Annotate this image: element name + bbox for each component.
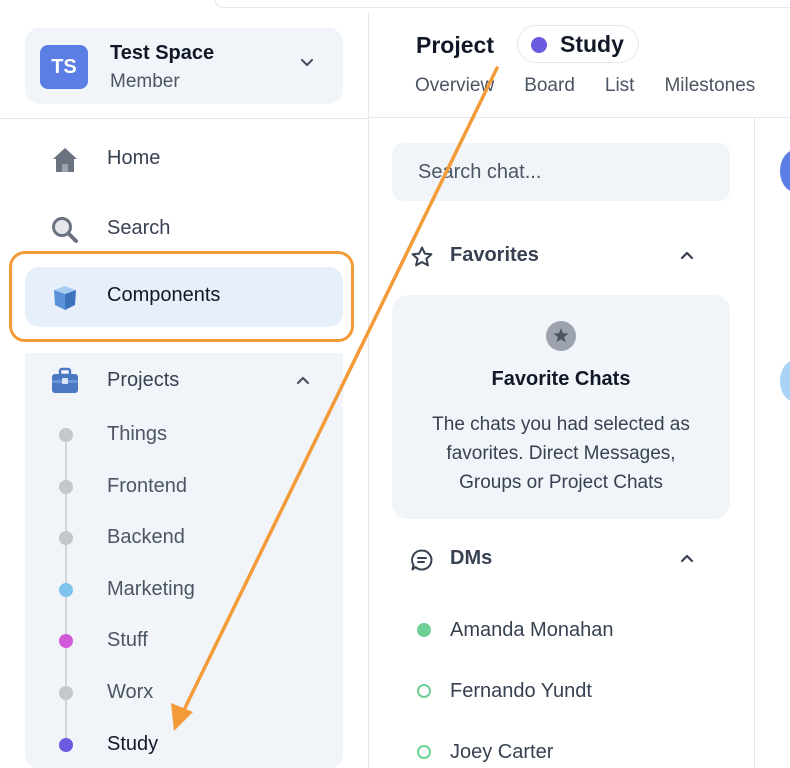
project-label: Backend bbox=[107, 526, 185, 549]
dm-item[interactable]: Joey Carter bbox=[392, 732, 730, 768]
sidebar-item-label: Home bbox=[107, 147, 161, 169]
sidebar-item-label: Projects bbox=[107, 369, 180, 391]
search-chat-input[interactable] bbox=[392, 143, 730, 201]
chevron-up-icon[interactable] bbox=[293, 371, 313, 391]
status-indicator bbox=[417, 623, 431, 637]
tab-list[interactable]: List bbox=[605, 75, 635, 97]
project-label: Stuff bbox=[107, 629, 148, 652]
favorites-empty-state: Favorite Chats The chats you had selecte… bbox=[392, 295, 730, 519]
project-header: Project Study Overview Board List Milest… bbox=[369, 12, 790, 118]
dms-header[interactable]: DMs bbox=[392, 540, 730, 580]
chevron-down-icon[interactable] bbox=[297, 52, 317, 72]
star-badge-icon bbox=[546, 321, 576, 351]
status-indicator bbox=[417, 745, 431, 759]
project-item-marketing[interactable]: Marketing bbox=[25, 570, 343, 610]
project-label: Things bbox=[107, 423, 168, 445]
project-color-dot bbox=[59, 582, 73, 597]
star-icon bbox=[411, 246, 433, 267]
favorites-header[interactable]: Favorites bbox=[392, 237, 730, 277]
sidebar-item-home[interactable]: Home bbox=[25, 130, 343, 190]
project-color-dot bbox=[59, 686, 73, 700]
sidebar: TS Test Space Member Home Search Compone… bbox=[0, 12, 369, 768]
project-item-things[interactable]: Things bbox=[25, 415, 343, 455]
dm-name: Joey Carter bbox=[450, 741, 554, 763]
empty-state-title: Favorite Chats bbox=[491, 368, 631, 390]
space-role: Member bbox=[110, 71, 180, 92]
projects-section: Projects Things Frontend Backend Marketing S… bbox=[25, 353, 343, 768]
dm-item[interactable]: Fernando Yundt bbox=[392, 671, 730, 711]
sidebar-divider bbox=[0, 118, 369, 119]
browser-top-edge bbox=[215, 0, 790, 8]
tab-overview[interactable]: Overview bbox=[415, 75, 494, 97]
dm-name: Amanda Monahan bbox=[450, 619, 614, 641]
project-color-dot bbox=[59, 737, 73, 752]
project-color-dot bbox=[59, 531, 73, 546]
project-item-stuff[interactable]: Stuff bbox=[25, 621, 343, 661]
sidebar-item-label: Search bbox=[107, 217, 171, 239]
project-item-backend[interactable]: Backend bbox=[25, 518, 343, 558]
project-item-frontend[interactable]: Frontend bbox=[25, 467, 343, 507]
space-avatar: TS bbox=[40, 45, 88, 89]
project-tabs: Overview Board List Milestones bbox=[415, 75, 755, 97]
avatar[interactable] bbox=[780, 360, 790, 402]
page-title: Project bbox=[416, 32, 494, 58]
search-icon bbox=[52, 217, 78, 243]
status-indicator bbox=[417, 684, 431, 698]
project-item-study[interactable]: Study bbox=[25, 725, 343, 765]
project-badge[interactable]: Study bbox=[517, 25, 639, 63]
chat-bubble-icon bbox=[411, 549, 433, 571]
sidebar-item-projects[interactable]: Projects bbox=[25, 353, 343, 409]
chevron-up-icon[interactable] bbox=[678, 247, 696, 265]
briefcase-icon bbox=[52, 367, 78, 393]
home-icon bbox=[53, 148, 77, 172]
chat-panel: Favorites Favorite Chats The chats you h… bbox=[369, 118, 755, 768]
project-item-worx[interactable]: Worx bbox=[25, 673, 343, 713]
space-name: Test Space bbox=[110, 42, 215, 64]
dms-label: DMs bbox=[450, 547, 493, 569]
dm-item[interactable]: Amanda Monahan bbox=[392, 610, 730, 650]
project-name: Study bbox=[560, 31, 624, 57]
empty-state-description: The chats you had selected as favorites.… bbox=[432, 414, 690, 493]
project-color-dot bbox=[531, 37, 547, 53]
project-color-dot bbox=[59, 479, 73, 494]
dm-name: Fernando Yundt bbox=[450, 680, 592, 702]
project-label: Study bbox=[107, 732, 159, 755]
space-switcher[interactable]: TS Test Space Member bbox=[25, 28, 343, 104]
project-label: Marketing bbox=[107, 577, 195, 600]
avatar[interactable] bbox=[780, 150, 790, 192]
project-label: Worx bbox=[107, 681, 154, 703]
favorites-label: Favorites bbox=[450, 244, 539, 266]
tab-milestones[interactable]: Milestones bbox=[664, 75, 755, 97]
tab-board[interactable]: Board bbox=[524, 75, 575, 97]
project-color-dot bbox=[59, 634, 73, 649]
project-color-dot bbox=[59, 428, 73, 442]
annotation-highlight bbox=[9, 251, 354, 342]
project-label: Frontend bbox=[107, 474, 188, 497]
chevron-up-icon[interactable] bbox=[678, 550, 696, 568]
